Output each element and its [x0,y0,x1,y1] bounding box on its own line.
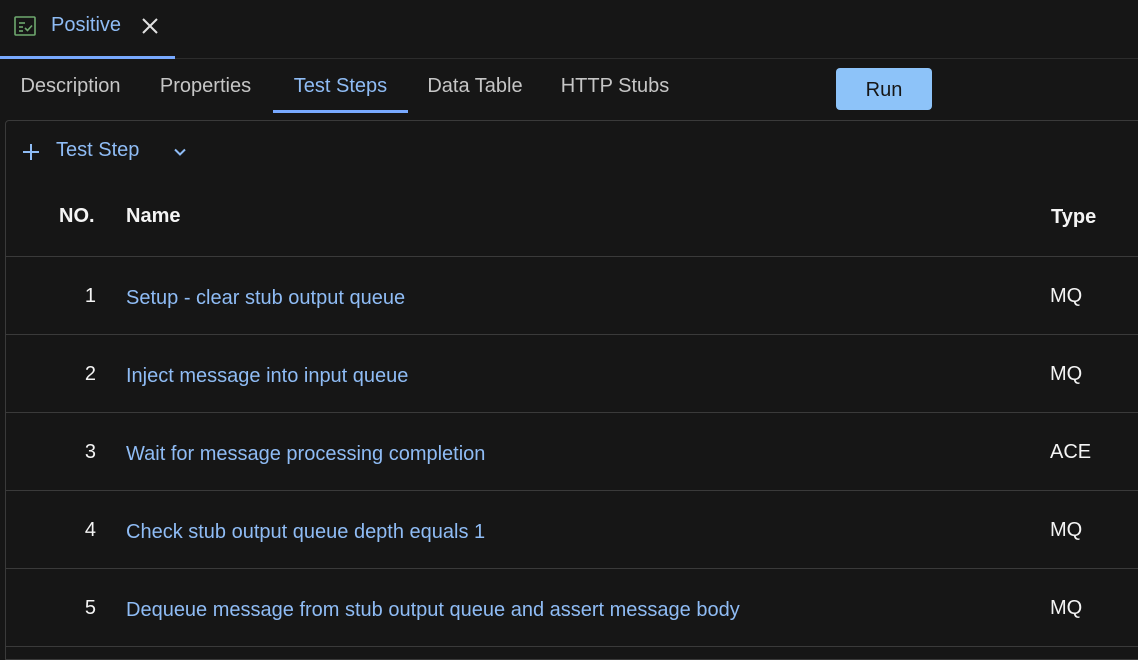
column-header-no: NO. [59,205,95,227]
step-type: ACE [1050,441,1092,463]
step-number: 5 [84,597,96,619]
test-steps-panel: Test Step NO. Name Type 1 Setup - clear … [5,120,1138,660]
step-number: 3 [84,441,96,463]
step-number: 4 [84,519,96,541]
step-type: MQ [1050,519,1083,541]
tab-test-steps[interactable]: Test Steps [273,60,408,113]
table-row[interactable]: 3 Wait for message processing completion… [6,413,1138,491]
tab-http-stubs[interactable]: HTTP Stubs [545,60,685,113]
close-icon[interactable] [139,15,161,37]
step-number: 2 [84,363,96,385]
tab-properties[interactable]: Properties [141,60,270,113]
step-name-link[interactable]: Check stub output queue depth equals 1 [126,521,485,544]
step-name-link[interactable]: Dequeue message from stub output queue a… [126,599,740,622]
column-header-name[interactable]: Name [126,205,180,228]
subtab-bar: Description Properties Test Steps Data T… [0,60,1138,116]
tab-data-table[interactable]: Data Table [411,60,539,113]
test-case-icon [14,16,36,36]
table-header: NO. Name Type [6,197,1138,257]
table-row[interactable]: 5 Dequeue message from stub output queue… [6,569,1138,647]
editor-tab-label: Positive [51,14,122,36]
editor-tab-positive[interactable]: Positive [0,0,175,59]
plus-icon [23,144,39,160]
chevron-down-icon[interactable] [172,144,188,160]
add-test-step-label: Test Step [56,139,140,161]
table-body: 1 Setup - clear stub output queue MQ 2 I… [6,257,1138,647]
editor-tab-bar: Positive [0,0,1138,59]
step-name-link[interactable]: Wait for message processing completion [126,443,485,466]
step-name-link[interactable]: Inject message into input queue [126,365,408,388]
step-type: MQ [1050,285,1083,307]
tab-description[interactable]: Description [0,60,141,113]
table-row[interactable]: 1 Setup - clear stub output queue MQ [6,257,1138,335]
table-row[interactable]: 2 Inject message into input queue MQ [6,335,1138,413]
step-type: MQ [1050,363,1083,385]
step-name-link[interactable]: Setup - clear stub output queue [126,287,405,310]
step-number: 1 [84,285,96,307]
table-row[interactable]: 4 Check stub output queue depth equals 1… [6,491,1138,569]
run-button[interactable]: Run [836,68,932,110]
step-type: MQ [1050,597,1083,619]
column-header-type[interactable]: Type [1051,206,1096,229]
